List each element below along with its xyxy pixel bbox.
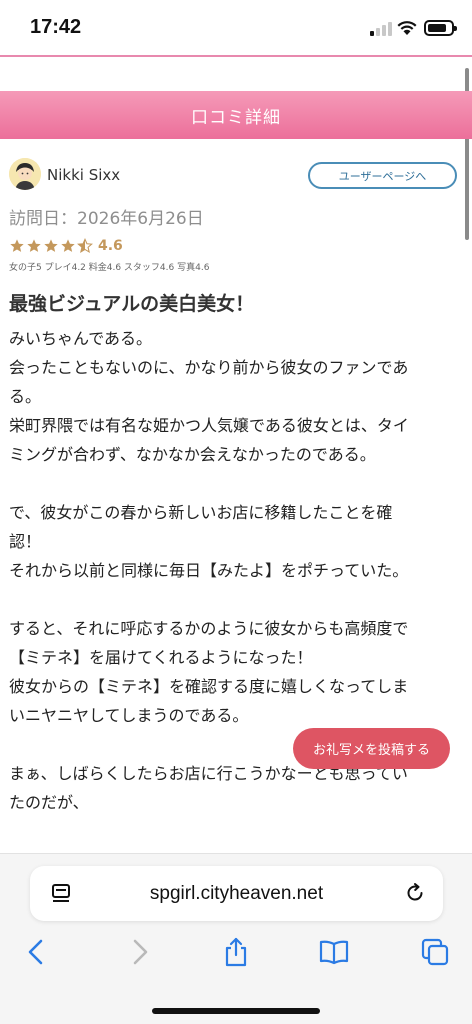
page-header: 口コミ詳細 [0,91,472,139]
review-line: 栄町界隈では有名な姫かつ人気嬢である彼女とは、タイ [9,416,409,435]
visit-date: 訪問日：2026年6月26日 [9,209,204,229]
rating-stars: 4.6 [9,236,123,256]
rating-value: 4.6 [98,238,123,254]
reload-icon[interactable] [404,882,426,904]
bookmarks-icon[interactable] [319,937,349,967]
review-line: る。 [9,387,42,406]
sub-scores: 女の子5 プレイ4.2 料金4.6 スタッフ4.6 写真4.6 [9,263,210,273]
reviewer-name[interactable]: Nikki Sixx [47,166,120,184]
review-line: いニヤニヤしてしまうのである。 [9,706,249,725]
cellular-signal-icon [370,22,392,36]
home-indicator [152,1008,320,1014]
battery-icon [424,20,457,36]
review-title: 最強ビジュアルの美白美女！ [9,293,255,315]
review-line [9,585,465,614]
review-line: 彼女からの【ミテネ】を確認する度に嬉しくなってしま [9,677,409,696]
review-line: ミングが合わず、なかなか会えなかったのである。 [9,445,376,464]
back-icon[interactable] [22,937,52,967]
divider [0,55,472,57]
star-icon [61,239,75,252]
page-title: 口コミ詳細 [191,107,281,128]
review-line: すると、それに呼応するかのように彼女からも高頻度で [9,619,409,638]
review-line [9,469,465,498]
share-icon[interactable] [221,937,251,967]
review-line: それから以前と同様に毎日【みたよ】をポチっていた。 [9,561,409,580]
avatar[interactable] [9,158,41,190]
status-bar: 17:42 [0,0,472,56]
star-icon [10,239,24,252]
star-icon [44,239,58,252]
half-star-icon [77,238,93,254]
star-icon [27,239,41,252]
review-line: で、彼女がこの春から新しいお店に移籍したことを確 [9,503,393,522]
review-line: 【ミテネ】を届けてくれるようになった！ [9,648,313,667]
user-page-button[interactable]: ユーザーページへ [308,162,457,189]
review-line: 認！ [9,532,42,551]
status-time: 17:42 [30,16,82,38]
review-line: みいちゃんである。 [9,329,153,348]
forward-icon[interactable] [124,937,154,967]
tabs-icon[interactable] [420,937,450,967]
wifi-icon [397,21,417,35]
review-line: たのだが、 [9,793,89,812]
post-thanks-photo-button[interactable]: お礼写メを投稿する [293,728,450,769]
address-bar[interactable]: spgirl.cityheaven.net [30,866,443,921]
review-line: 会ったこともないのに、かなり前から彼女のファンであ [9,358,409,377]
url-text[interactable]: spgirl.cityheaven.net [30,866,443,921]
